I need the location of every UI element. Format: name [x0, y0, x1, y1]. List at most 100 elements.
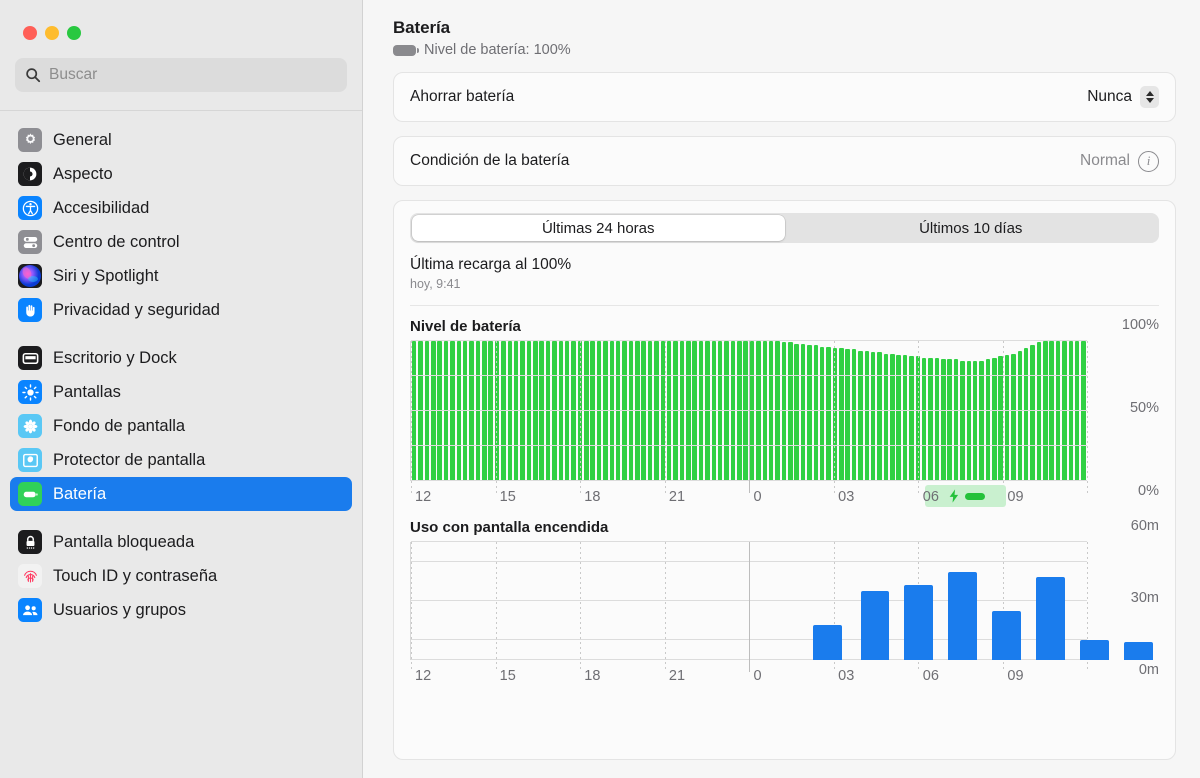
battery-level-bar [520, 341, 525, 481]
battery-level-bar [628, 341, 634, 481]
battery-level-bar [813, 345, 819, 481]
x-axis-label: 15 [499, 489, 516, 505]
battery-level-bar [921, 357, 927, 481]
battery-level-bar [870, 352, 876, 481]
siri-icon [18, 264, 42, 288]
battery-level-bar [1036, 342, 1042, 481]
sidebar-item-label: Accesibilidad [53, 198, 150, 217]
battery-level-bar [877, 352, 882, 481]
y-axis-label: 100% [1121, 317, 1159, 333]
low-power-value: Nunca [1087, 88, 1132, 105]
x-axis-label: 21 [668, 489, 686, 505]
sidebar-item-pantalla-bloqueada[interactable]: Pantalla bloqueada [10, 525, 352, 559]
sidebar-item-general[interactable]: General [10, 123, 352, 157]
lock-screen-icon [18, 530, 42, 554]
sidebar-item-label: Fondo de pantalla [53, 416, 186, 435]
battery-level-bar [564, 341, 570, 481]
sidebar-item-touch-id-y-contrasena[interactable]: Touch ID y contraseña [10, 559, 352, 593]
battery-level-bar [737, 341, 742, 481]
battery-level-bar [513, 341, 519, 481]
search-box[interactable] [15, 58, 347, 92]
sidebar-item-siri-y-spotlight[interactable]: Siri y Spotlight [10, 259, 352, 293]
battery-level-bar [654, 341, 659, 481]
time-range-tabs[interactable]: Últimas 24 horas Últimos 10 días [410, 213, 1159, 243]
battery-level-bar [533, 341, 538, 481]
appearance-icon [18, 162, 42, 186]
y-axis-label: 0m [1138, 662, 1159, 678]
battery-icon [393, 44, 419, 56]
low-power-row[interactable]: Ahorrar batería Nunca [394, 73, 1175, 121]
battery-level-bar [800, 343, 806, 481]
battery-level-bar [851, 349, 857, 481]
touch-id-icon [18, 564, 42, 588]
sidebar-item-centro-de-control[interactable]: Centro de control [10, 225, 352, 259]
sidebar-item-label: Aspecto [53, 164, 113, 183]
x-gridline [495, 542, 497, 672]
sidebar-item-accesibilidad[interactable]: Accesibilidad [10, 191, 352, 225]
battery-level-bar [647, 341, 653, 481]
battery-level-bar [424, 341, 430, 481]
x-gridline [918, 341, 919, 493]
x-gridline [411, 341, 412, 493]
battery-level-bar [985, 359, 991, 481]
x-axis-label: 06 [922, 489, 939, 505]
sidebar-item-fondo-de-pantalla[interactable]: Fondo de pantalla [10, 409, 352, 443]
battery-level-bar [858, 350, 863, 481]
battery-level-bar [475, 341, 481, 481]
battery-level-bar [972, 360, 978, 481]
x-axis-label: 09 [1007, 668, 1024, 684]
x-gridline [411, 542, 412, 672]
battery-level-bar [826, 346, 831, 481]
search-input[interactable] [49, 66, 337, 84]
battery-level-bar [622, 341, 627, 481]
battery-level-bar [411, 341, 417, 481]
battery-status-row: Nivel de batería: 100% [393, 42, 1176, 58]
low-power-label: Ahorrar batería [410, 88, 515, 105]
screen-on-usage-bar [904, 585, 933, 660]
zoom-button[interactable] [67, 26, 81, 40]
close-button[interactable] [23, 26, 37, 40]
tab-last-24-hours[interactable]: Últimas 24 horas [412, 215, 785, 241]
battery-level-bar [1068, 341, 1074, 481]
battery-level-bar [1062, 341, 1067, 481]
battery-level-bar [507, 341, 513, 481]
battery-condition-card: Condición de la batería Normal i [393, 136, 1176, 186]
info-icon[interactable]: i [1138, 150, 1159, 172]
sidebar-nav: General Aspecto Accesibilidad Centro de … [0, 111, 362, 778]
screen-on-usage-bar [860, 591, 889, 660]
sidebar-item-aspecto[interactable]: Aspecto [10, 157, 352, 191]
x-axis-label: 03 [838, 489, 855, 505]
main-content: Batería Nivel de batería: 100% Ahorrar b… [363, 0, 1200, 778]
screen-on-usage-bar [813, 624, 842, 660]
battery-level-bar [788, 342, 793, 481]
battery-level-bar [615, 341, 621, 481]
y-axis-label: 0% [1138, 483, 1159, 499]
privacy-hand-icon [18, 298, 42, 322]
battery-level-bar [462, 341, 468, 481]
sidebar-item-label: Escritorio y Dock [53, 348, 177, 367]
battery-level-bar [552, 341, 557, 481]
x-gridline [749, 542, 750, 672]
y-axis-label: 60m [1130, 518, 1159, 534]
sidebar-item-usuarios-y-grupos[interactable]: Usuarios y grupos [10, 593, 352, 627]
battery-level-bar [756, 341, 761, 481]
low-power-control[interactable]: Nunca [1087, 86, 1159, 108]
battery-level-bar [469, 341, 474, 481]
sidebar-item-pantallas[interactable]: Pantallas [10, 375, 352, 409]
battery-level-bar [717, 341, 723, 481]
battery-level-bar [1043, 341, 1048, 481]
sidebar-item-label: General [53, 130, 112, 149]
battery-level-bar [966, 360, 972, 481]
sidebar-item-privacidad-y-seguridad[interactable]: Privacidad y seguridad [10, 293, 352, 327]
tab-last-10-days[interactable]: Últimos 10 días [785, 215, 1158, 241]
battery-level-bar [1081, 341, 1086, 481]
minimize-button[interactable] [45, 26, 59, 40]
battery-level-bar [501, 341, 506, 481]
sidebar-item-escritorio-y-dock[interactable]: Escritorio y Dock [10, 341, 352, 375]
battery-icon [18, 482, 42, 506]
x-axis-label: 21 [668, 668, 686, 684]
chevron-updown-icon[interactable] [1140, 86, 1159, 108]
sidebar-item-bateria[interactable]: Batería [10, 477, 352, 511]
y-axis-label: 30m [1130, 590, 1159, 606]
sidebar-item-protector-de-pantalla[interactable]: Protector de pantalla [10, 443, 352, 477]
